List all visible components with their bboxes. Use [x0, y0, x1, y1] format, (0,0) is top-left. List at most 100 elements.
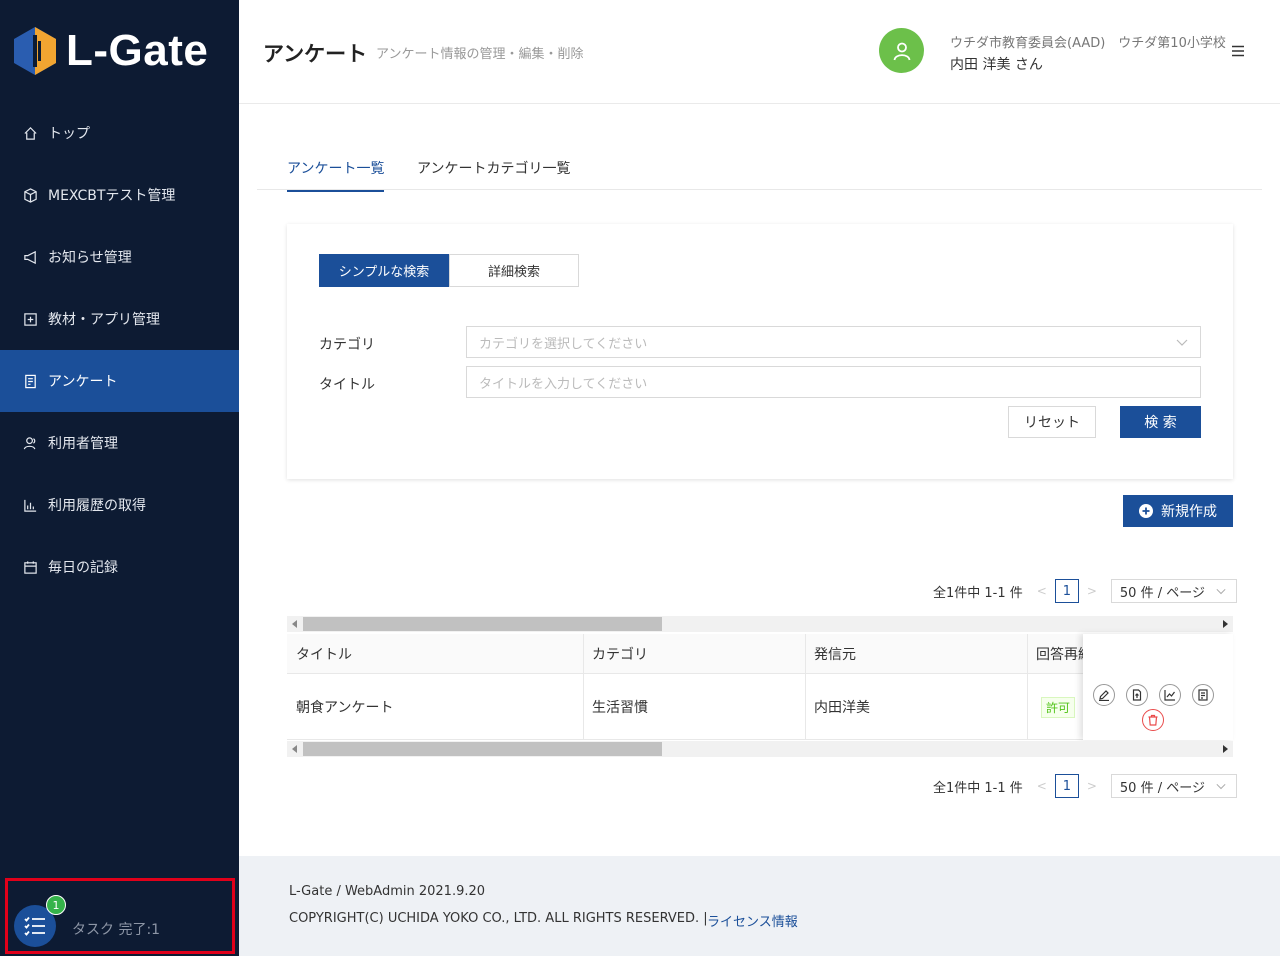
column-header-category: カテゴリ — [583, 634, 806, 673]
simple-search-button[interactable]: シンプルな検索 — [319, 254, 449, 287]
search-mode-toggle: シンプルな検索 詳細検索 — [319, 254, 579, 287]
pagination-summary: 全1件中 1-1 件 — [933, 780, 1023, 796]
survey-table: タイトル カテゴリ 発信元 回答再編 朝食アンケート 生活習慣 内田洋美 許可 — [287, 634, 1233, 740]
sidebar: L-Gate トップ MEXCBTテスト管理 お知らせ管理 教材・アプリ管理 ア… — [0, 0, 239, 956]
column-header-title: タイトル — [287, 634, 584, 673]
title-placeholder: タイトルを入力してください — [479, 376, 648, 392]
plus-circle-icon — [1139, 504, 1153, 518]
header: アンケート アンケート情報の管理・編集・削除 ウチダ市教育委員会(AAD) ウチ… — [239, 0, 1280, 104]
table-scrollbar-top[interactable] — [287, 616, 1233, 632]
logo[interactable]: L-Gate — [14, 26, 208, 76]
cell-title: 朝食アンケート — [287, 674, 584, 740]
detail-search-button[interactable]: 詳細検索 — [449, 254, 579, 287]
pagination-summary: 全1件中 1-1 件 — [933, 585, 1023, 601]
delete-button[interactable] — [1142, 709, 1164, 731]
cell-sender: 内田洋美 — [805, 674, 1028, 740]
survey-icon — [22, 373, 38, 389]
task-panel[interactable]: 1 タスク 完了:1 — [5, 878, 235, 954]
title-input[interactable]: タイトルを入力してください — [466, 366, 1201, 398]
next-page-icon[interactable]: > — [1087, 584, 1097, 598]
column-header-sender: 発信元 — [805, 634, 1028, 673]
document-list-icon — [1198, 689, 1208, 701]
answers-list-button[interactable] — [1192, 684, 1214, 706]
megaphone-icon — [22, 249, 38, 265]
sidebar-item-label: アンケート — [48, 374, 118, 390]
page-number[interactable]: 1 — [1054, 774, 1079, 798]
prev-page-icon[interactable]: < — [1037, 584, 1047, 598]
sidebar-item-label: お知らせ管理 — [48, 250, 132, 266]
calendar-icon — [22, 559, 38, 575]
sidebar-item-label: 教材・アプリ管理 — [48, 312, 160, 328]
scroll-thumb[interactable] — [303, 742, 662, 756]
sidebar-item-mexcbt[interactable]: MEXCBTテスト管理 — [0, 164, 239, 226]
cube-icon — [22, 187, 38, 203]
sidebar-item-label: MEXCBTテスト管理 — [48, 188, 176, 204]
plus-square-icon — [22, 311, 38, 327]
page-title: アンケート — [263, 42, 368, 66]
footer: L-Gate / WebAdmin 2021.9.20 COPYRIGHT(C)… — [239, 856, 1280, 956]
scroll-left-icon[interactable] — [292, 620, 297, 628]
page-size-value: 50 件 / ページ — [1119, 780, 1205, 796]
page-size-select[interactable]: 50 件 / ページ — [1110, 579, 1237, 603]
sidebar-nav: トップ MEXCBTテスト管理 お知らせ管理 教材・アプリ管理 アンケート 利用… — [0, 102, 239, 598]
pagination-bottom: 全1件中 1-1 件 < 1 > 50 件 / ページ — [933, 774, 1237, 798]
logo-icon — [14, 27, 56, 75]
sidebar-item-history[interactable]: 利用履歴の取得 — [0, 474, 239, 536]
sidebar-item-daily-record[interactable]: 毎日の記録 — [0, 536, 239, 598]
scroll-right-icon[interactable] — [1223, 745, 1228, 753]
next-page-icon[interactable]: > — [1087, 779, 1097, 793]
category-select[interactable]: カテゴリを選択してください — [466, 326, 1201, 358]
chevron-down-icon — [1216, 588, 1226, 595]
results-chart-button[interactable] — [1159, 684, 1181, 706]
tab-survey-category-list[interactable]: アンケートカテゴリ一覧 — [417, 158, 570, 190]
page-size-select[interactable]: 50 件 / ページ — [1110, 774, 1237, 798]
create-new-label: 新規作成 — [1161, 504, 1217, 520]
sidebar-item-top[interactable]: トップ — [0, 102, 239, 164]
pagination-top: 全1件中 1-1 件 < 1 > 50 件 / ページ — [933, 579, 1237, 603]
hamburger-menu-icon[interactable] — [1231, 44, 1245, 58]
page-subtitle: アンケート情報の管理・編集・削除 — [376, 47, 584, 62]
sidebar-item-label: 利用履歴の取得 — [48, 498, 146, 514]
scroll-left-icon[interactable] — [292, 745, 297, 753]
search-button[interactable]: 検 索 — [1120, 406, 1201, 438]
avatar[interactable] — [879, 28, 924, 73]
line-chart-icon — [1164, 690, 1175, 701]
home-icon — [22, 125, 38, 141]
chevron-down-icon — [1176, 339, 1188, 346]
chevron-down-icon — [1216, 783, 1226, 790]
permit-badge: 許可 — [1041, 696, 1076, 718]
tab-bar: アンケート一覧 アンケートカテゴリ一覧 — [257, 144, 1262, 192]
bar-chart-icon — [22, 497, 38, 513]
task-count-badge: 1 — [46, 895, 66, 915]
task-list-icon — [24, 916, 45, 936]
version-text: L-Gate / WebAdmin 2021.9.20 — [289, 884, 486, 899]
cell-category: 生活習慣 — [583, 674, 806, 740]
sidebar-item-news[interactable]: お知らせ管理 — [0, 226, 239, 288]
search-panel: シンプルな検索 詳細検索 カテゴリ カテゴリを選択してください タイトル タイト… — [287, 224, 1233, 479]
prev-page-icon[interactable]: < — [1037, 779, 1047, 793]
trash-icon — [1148, 714, 1158, 726]
reset-button[interactable]: リセット — [1008, 406, 1096, 438]
users-icon — [22, 435, 38, 451]
table-scrollbar-bottom[interactable] — [287, 741, 1233, 757]
license-link[interactable]: ライセンス情報 — [707, 911, 798, 930]
page-number[interactable]: 1 — [1054, 579, 1079, 603]
sidebar-item-users[interactable]: 利用者管理 — [0, 412, 239, 474]
main-content: アンケート一覧 アンケートカテゴリ一覧 シンプルな検索 詳細検索 カテゴリ カテ… — [239, 104, 1280, 856]
create-new-button[interactable]: 新規作成 — [1123, 495, 1233, 527]
scroll-right-icon[interactable] — [1223, 620, 1228, 628]
organization-name: ウチダ市教育委員会(AAD) ウチダ第10小学校 — [950, 36, 1226, 51]
category-label: カテゴリ — [319, 337, 375, 353]
category-placeholder: カテゴリを選択してください — [479, 336, 648, 352]
edit-icon — [1099, 690, 1109, 701]
tab-survey-list[interactable]: アンケート一覧 — [287, 158, 385, 192]
sidebar-item-survey[interactable]: アンケート — [0, 350, 239, 412]
sidebar-item-label: 毎日の記録 — [48, 560, 118, 576]
user-icon — [893, 42, 910, 60]
edit-button[interactable] — [1093, 684, 1115, 706]
sidebar-item-label: トップ — [48, 126, 90, 142]
copyright-text: COPYRIGHT(C) UCHIDA YOKO CO., LTD. ALL R… — [289, 911, 708, 926]
sidebar-item-materials[interactable]: 教材・アプリ管理 — [0, 288, 239, 350]
export-button[interactable] — [1126, 684, 1148, 706]
scroll-thumb[interactable] — [303, 617, 662, 631]
